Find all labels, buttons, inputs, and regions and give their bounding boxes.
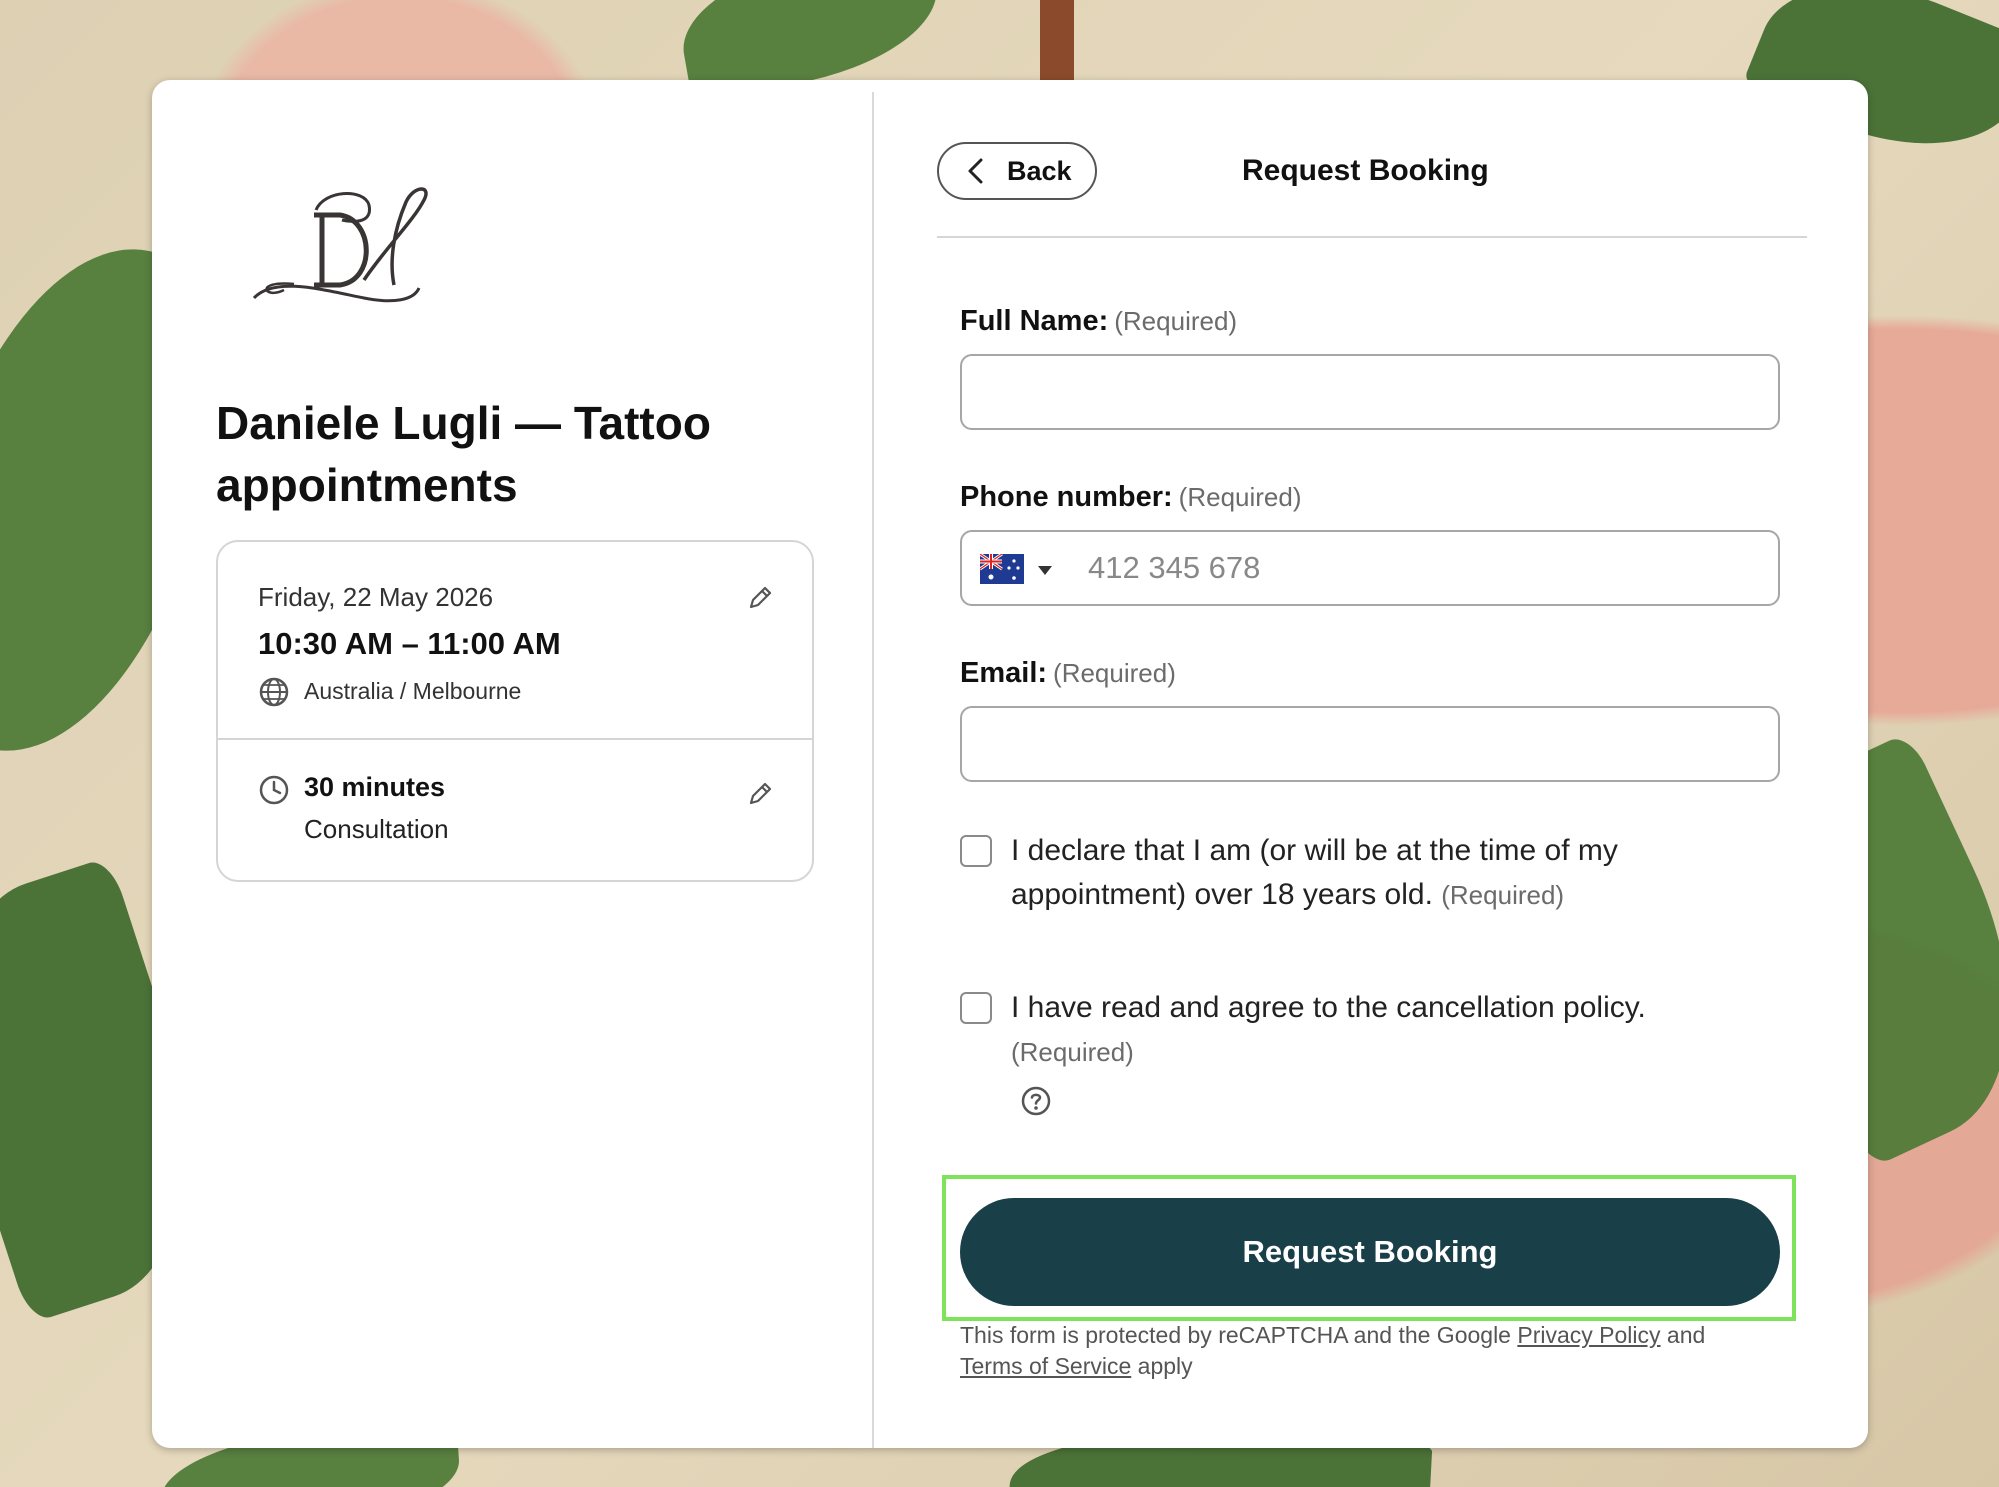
recaptcha-and: and (1666, 1322, 1706, 1348)
recaptcha-prefix: This form is protected by reCAPTCHA and … (960, 1322, 1511, 1348)
age-declaration-line2-wrap: appointment) over 18 years old. (Require… (1011, 873, 1618, 917)
back-button[interactable]: Back (937, 142, 1097, 200)
duration-label: 30 minutes (304, 772, 446, 802)
email-label: Email: (Required) (960, 657, 1176, 690)
appointment-summary: Friday, 22 May 2026 10:30 AM – 11:00 AM … (216, 540, 814, 882)
recaptcha-suffix: apply (1137, 1353, 1193, 1379)
page-title: Daniele Lugli — Tattoo appointments (216, 397, 711, 511)
appointment-time: 10:30 AM – 11:00 AM (258, 626, 561, 661)
stem-decoration (1040, 0, 1074, 82)
age-declaration-checkbox[interactable] (960, 835, 992, 867)
request-booking-button[interactable]: Request Booking (960, 1198, 1780, 1306)
phone-label: Phone number: (Required) (960, 481, 1302, 514)
terms-of-service-link[interactable]: Terms of Service (960, 1353, 1131, 1379)
required-hint: (Required) (1011, 1037, 1134, 1067)
cancellation-policy-checkbox[interactable] (960, 992, 992, 1024)
full-name-input[interactable] (960, 354, 1780, 430)
age-declaration-text: I declare that I am (or will be at the t… (1011, 829, 1618, 917)
appointment-date: Friday, 22 May 2026 (258, 582, 494, 612)
required-hint: (Required) (1114, 306, 1238, 336)
age-declaration-line1: I declare that I am (or will be at the t… (1011, 834, 1618, 867)
chevron-left-icon (968, 158, 983, 184)
timezone-label: Australia / Melbourne (304, 678, 522, 704)
phone-placeholder: 412 345 678 (1088, 550, 1261, 585)
required-hint: (Required) (1053, 658, 1176, 688)
datetime-section: Friday, 22 May 2026 10:30 AM – 11:00 AM … (218, 542, 812, 740)
clock-icon (259, 775, 289, 805)
country-dropdown-caret-icon[interactable] (1038, 566, 1052, 575)
pane-divider (872, 92, 874, 1448)
australia-flag-icon[interactable] (980, 554, 1024, 584)
dl-monogram-logo (252, 187, 428, 303)
recaptcha-notice: This form is protected by reCAPTCHA and … (960, 1320, 1800, 1382)
required-hint: (Required) (1441, 880, 1565, 910)
question-circle-icon[interactable] (1020, 1085, 1052, 1117)
phone-field[interactable]: 412 345 678 (960, 530, 1780, 606)
email-input[interactable] (960, 706, 1780, 782)
cancellation-policy-text: I have read and agree to the cancellatio… (1011, 986, 1646, 1074)
full-name-label-text: Full Name: (960, 305, 1109, 337)
email-label-text: Email: (960, 657, 1048, 689)
booking-card: Daniele Lugli — Tattoo appointments Frid… (152, 80, 1868, 1448)
full-name-label: Full Name: (Required) (960, 305, 1237, 338)
required-hint: (Required) (1178, 482, 1302, 512)
pencil-icon[interactable] (746, 584, 774, 612)
service-label: Consultation (304, 814, 449, 844)
globe-icon (259, 677, 289, 707)
pencil-icon[interactable] (746, 780, 774, 808)
panel-title: Request Booking (1242, 154, 1489, 187)
age-declaration-line2: appointment) over 18 years old. (1011, 878, 1433, 911)
privacy-policy-link[interactable]: Privacy Policy (1517, 1322, 1660, 1348)
cancellation-policy-line: I have read and agree to the cancellatio… (1011, 991, 1646, 1024)
header-divider (937, 236, 1807, 238)
back-button-label: Back (1007, 155, 1072, 186)
phone-label-text: Phone number: (960, 481, 1173, 513)
